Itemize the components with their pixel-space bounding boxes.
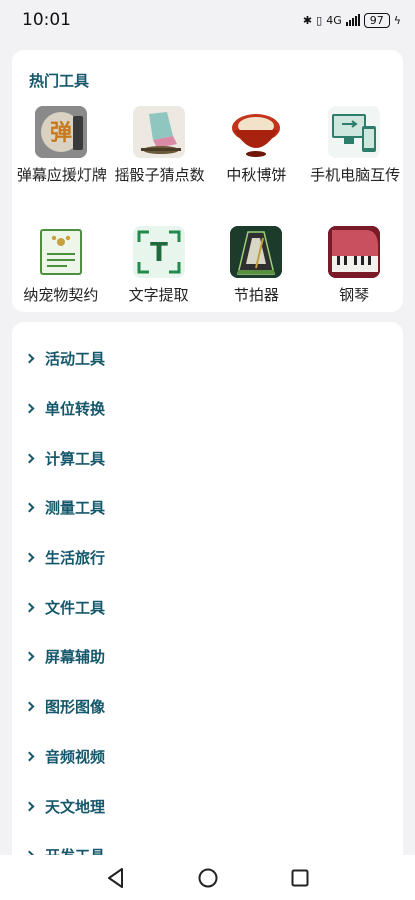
category-label: 计算工具 [45,449,106,468]
category-item-unit-convert[interactable]: 单位转换 [12,382,403,432]
signal-icon [345,14,360,26]
hot-tools-title: 热门工具 [29,72,90,90]
category-item-file[interactable]: 文件工具 [12,580,403,630]
tool-label: 摇骰子猜点数 [114,166,205,184]
recents-square-icon [291,869,308,886]
tool-label: 钢琴 [339,286,370,304]
mooncake-bowl-icon [230,106,283,158]
chevron-right-icon [24,502,35,513]
tool-label: 手机电脑互传 [310,166,401,184]
recents-button[interactable] [288,866,312,890]
back-triangle-icon [107,867,123,888]
chevron-right-icon [24,652,35,662]
hot-tools-card: 热门工具 弹 弹幕应援灯牌 摇骰子猜点数 中秋博饼 手机电脑互传 纳宠物契约 T… [12,50,403,312]
category-item-astro-geo[interactable]: 天文地理 [12,779,403,829]
status-icons: ✱ ▯ 4G 97 ϟ [302,12,401,28]
category-item-calculate[interactable]: 计算工具 [12,431,403,481]
tool-label: 节拍器 [233,286,279,304]
category-label: 活动工具 [45,350,106,369]
chevron-right-icon [24,353,35,364]
hot-tools-grid: 弹 弹幕应援灯牌 摇骰子猜点数 中秋博饼 手机电脑互传 纳宠物契约 T 文字提取… [12,106,403,316]
category-label: 图形图像 [45,698,106,717]
battery-level: 97 [369,13,384,27]
tool-label: 纳宠物契约 [23,286,99,304]
tool-piano[interactable]: 钢琴 [305,226,403,316]
category-item-life-travel[interactable]: 生活旅行 [12,531,403,581]
chevron-right-icon [24,552,35,563]
chevron-right-icon [24,801,35,811]
tool-danmaku-sign[interactable]: 弹 弹幕应援灯牌 [12,106,110,226]
pet-contract-icon [34,226,87,278]
home-circle-icon [198,868,217,887]
category-label: 生活旅行 [45,549,106,568]
charging-icon: ϟ [393,13,401,27]
tool-pet-contract[interactable]: 纳宠物契约 [12,226,110,316]
tool-metronome[interactable]: 节拍器 [208,226,306,316]
status-bar: 10:01 ✱ ▯ 4G 97 ϟ [0,0,415,40]
phone-pc-transfer-icon [328,106,381,158]
text-scan-glyph: T [150,238,168,268]
category-label: 测量工具 [45,499,106,518]
danmaku-sign-icon: 弹 [34,106,87,158]
vibrate-icon: ▯ [316,13,323,27]
danmaku-glyph: 弹 [50,121,72,146]
tool-text-extract[interactable]: T 文字提取 [110,226,208,316]
dice-cup-icon [132,106,185,158]
tool-mooncake[interactable]: 中秋博饼 [208,106,306,226]
category-item-graphics[interactable]: 图形图像 [12,680,403,730]
category-label: 文件工具 [45,598,106,617]
piano-icon [328,226,381,278]
category-label: 音频视频 [45,747,106,766]
battery-icon: 97 [363,12,390,28]
back-button[interactable] [104,866,128,890]
category-label: 单位转换 [45,400,106,419]
category-item-activity[interactable]: 活动工具 [12,332,403,382]
chevron-right-icon [24,701,35,712]
category-label: 屏幕辅助 [45,648,106,667]
status-time: 10:01 [22,10,71,30]
tool-phone-pc-transfer[interactable]: 手机电脑互传 [305,106,403,226]
system-nav-bar [0,855,415,900]
chevron-right-icon [24,403,35,414]
category-item-screen-assist[interactable]: 屏幕辅助 [12,630,403,680]
chevron-right-icon [24,453,35,464]
category-list-card: 活动工具 单位转换 计算工具 测量工具 生活旅行 文件工具 屏幕辅助 图形图像 … [12,322,403,882]
chevron-right-icon [24,602,35,613]
tool-label: 弹幕应援灯牌 [16,166,107,184]
metronome-icon [230,226,283,278]
category-label: 天文地理 [45,797,106,816]
tool-label: 文字提取 [128,286,189,304]
bluetooth-icon: ✱ [302,13,313,27]
text-scan-icon: T [132,226,185,278]
chevron-right-icon [24,751,35,762]
category-item-measure[interactable]: 测量工具 [12,481,403,531]
home-button[interactable] [196,866,220,890]
network-type: 4G [326,13,342,27]
category-list: 活动工具 单位转换 计算工具 测量工具 生活旅行 文件工具 屏幕辅助 图形图像 … [12,322,403,879]
category-item-audio-video[interactable]: 音频视频 [12,730,403,780]
tool-dice-guess[interactable]: 摇骰子猜点数 [110,106,208,226]
tool-label: 中秋博饼 [226,166,287,184]
